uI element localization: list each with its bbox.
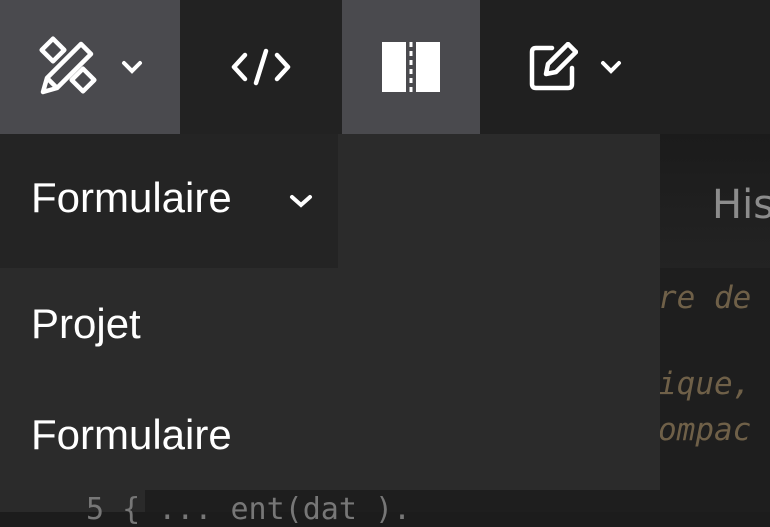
split-view-button[interactable] — [342, 0, 480, 134]
code-line: 5 { ... ent(dat ). — [86, 492, 412, 527]
edit-icon — [529, 42, 578, 91]
chevron-down-icon[interactable] — [288, 193, 314, 209]
comment-text: ique, — [658, 366, 752, 402]
design-mode-button[interactable] — [0, 0, 180, 134]
dropdown-selected-label[interactable]: Formulaire — [31, 174, 232, 222]
chevron-down-icon — [601, 61, 621, 74]
split-view-icon — [382, 42, 440, 92]
edit-button[interactable] — [480, 0, 770, 134]
code-view-button[interactable] — [180, 0, 342, 134]
history-tab-label[interactable]: His — [712, 182, 770, 228]
code-icon — [231, 48, 291, 86]
pencil-ruler-icon — [39, 36, 97, 95]
dropdown-item-projet[interactable]: Projet — [31, 300, 141, 348]
dropdown-item-formulaire[interactable]: Formulaire — [31, 411, 232, 459]
comment-text: ompac — [658, 412, 752, 448]
comment-text: re de — [658, 280, 752, 316]
toolbar — [0, 0, 770, 134]
chevron-down-icon — [122, 61, 142, 74]
